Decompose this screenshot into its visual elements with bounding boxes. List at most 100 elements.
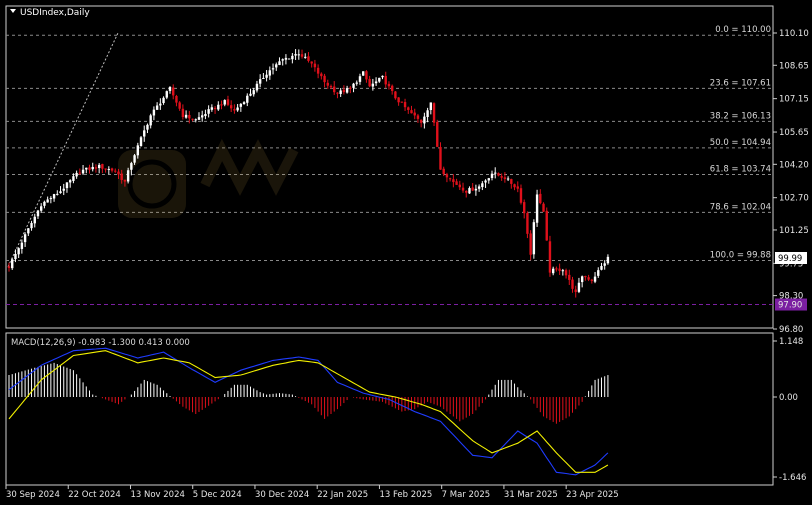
- candle-body: [326, 82, 329, 86]
- fib-level-label: 61.8 = 103.74: [710, 165, 771, 175]
- candle-body: [426, 110, 429, 117]
- fib-level-label: 78.6 = 102.04: [710, 202, 771, 212]
- candle-body: [403, 102, 407, 108]
- candle-body: [159, 103, 162, 106]
- candle-body: [123, 179, 127, 182]
- candle-body: [358, 76, 362, 82]
- candle-body: [204, 113, 207, 117]
- candle-body: [542, 203, 545, 212]
- candle-body: [201, 115, 204, 118]
- candle-body: [287, 58, 291, 60]
- candle-body: [535, 194, 539, 223]
- candle-body: [255, 83, 259, 91]
- candle-body: [188, 114, 191, 119]
- candle-body: [419, 119, 423, 123]
- macd-layer: [8, 347, 609, 476]
- candle-body: [197, 117, 201, 120]
- candle-body: [423, 116, 426, 124]
- candle-body: [94, 167, 98, 169]
- candle-body: [390, 85, 394, 91]
- candle-body: [233, 109, 236, 111]
- macd-tick-label: 1.148: [779, 337, 803, 347]
- candle-body: [365, 71, 368, 80]
- watermark-logo-icon: [118, 138, 299, 218]
- candle-body: [448, 178, 452, 180]
- candle-body: [452, 179, 455, 183]
- price-tick-label: 96.80: [779, 325, 803, 335]
- candle-body: [181, 108, 185, 118]
- candle-body: [323, 75, 326, 83]
- candle-body: [519, 188, 523, 203]
- candle-body: [355, 82, 358, 84]
- candle-body: [439, 147, 442, 170]
- candle-body: [43, 201, 46, 206]
- candle-body: [168, 87, 172, 91]
- candle-body: [304, 56, 307, 58]
- candle-body: [320, 73, 323, 77]
- candle-body: [72, 176, 75, 181]
- candle-body: [381, 75, 384, 78]
- candle-body: [465, 191, 468, 193]
- candle-body: [284, 57, 288, 60]
- candle-body: [17, 248, 20, 255]
- candle-body: [374, 81, 378, 84]
- candle-body: [597, 270, 600, 276]
- candle-body: [126, 170, 130, 182]
- candle-body: [265, 74, 268, 78]
- candle-body: [564, 270, 568, 276]
- candle-body: [387, 83, 391, 87]
- candle-body: [384, 75, 387, 85]
- price-tick-label: 110.10: [779, 29, 809, 39]
- candle-body: [23, 234, 27, 243]
- candle-body: [81, 169, 85, 174]
- candle-body: [239, 103, 243, 107]
- candle-body: [429, 102, 433, 111]
- candle-body: [162, 97, 165, 103]
- candle-body: [249, 93, 252, 96]
- candle-body: [529, 233, 532, 255]
- candle-body: [349, 87, 352, 89]
- chart-title: USDIndex,Daily: [20, 8, 90, 18]
- candle-body: [603, 263, 606, 266]
- candle-body: [490, 173, 494, 179]
- candle-body: [65, 182, 69, 189]
- candle-body: [75, 172, 78, 177]
- time-tick-label: 13 Nov 2024: [130, 490, 184, 500]
- time-tick-label: 31 Mar 2025: [504, 490, 558, 500]
- candle-body: [407, 107, 410, 110]
- candle-body: [146, 124, 149, 130]
- time-tick-label: 30 Dec 2024: [255, 490, 309, 500]
- candle-body: [268, 70, 272, 76]
- candle-body: [577, 282, 581, 292]
- candle-body: [368, 78, 371, 87]
- macd-signal-line: [8, 350, 609, 473]
- candle-body: [600, 266, 603, 270]
- candle-body: [545, 210, 548, 241]
- candle-body: [307, 56, 310, 61]
- candle-body: [117, 171, 120, 175]
- candle-body: [56, 193, 59, 195]
- candle-body: [114, 170, 117, 172]
- candle-body: [574, 289, 577, 293]
- candle-body: [30, 223, 33, 229]
- candle-body: [68, 180, 72, 183]
- candle-body: [503, 177, 507, 179]
- candle-body: [101, 164, 104, 169]
- candle-body: [110, 168, 114, 171]
- candle-body: [513, 184, 516, 188]
- dropdown-arrow-icon[interactable]: [10, 9, 16, 13]
- candle-body: [510, 179, 513, 184]
- fib-level-label: 0.0 = 110.00: [715, 25, 771, 35]
- candle-body: [11, 259, 14, 269]
- candle-body: [339, 90, 342, 94]
- candle-body: [49, 198, 53, 200]
- price-tick-label: 107.15: [779, 95, 809, 105]
- time-tick-label: 7 Mar 2025: [442, 490, 490, 500]
- candle-body: [494, 172, 497, 174]
- candle-body: [229, 105, 233, 109]
- candle-body: [548, 241, 552, 273]
- candle-body: [20, 242, 24, 249]
- candle-body: [88, 167, 91, 170]
- price-tick-label: 104.20: [779, 160, 809, 170]
- candle-body: [500, 176, 503, 178]
